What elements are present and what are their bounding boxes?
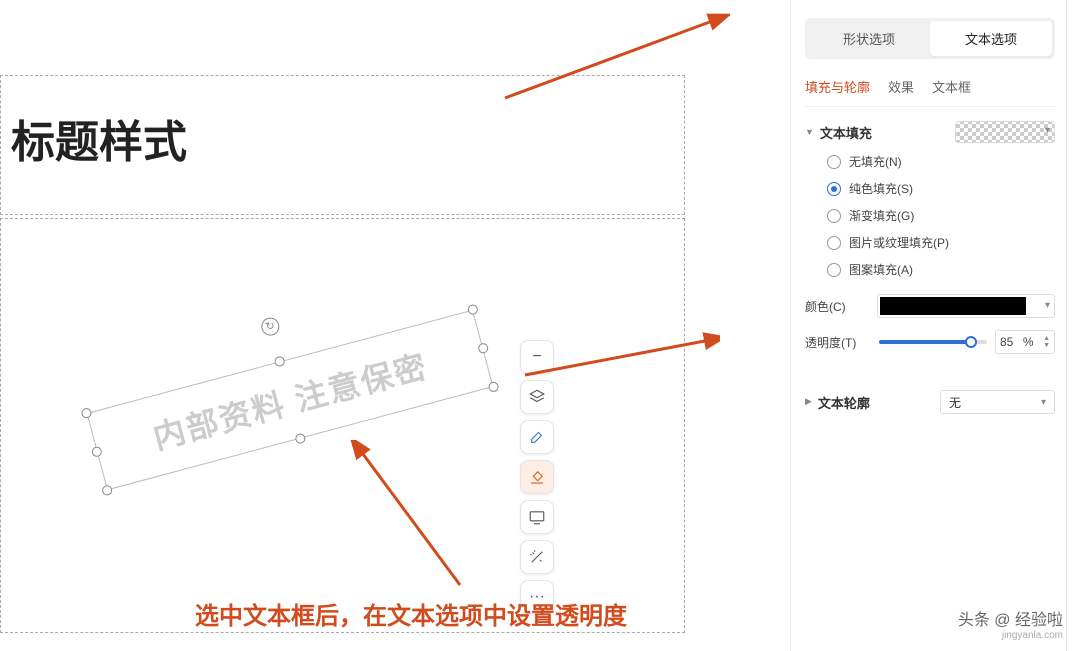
sub-tabs: 填充与轮廓 效果 文本框	[805, 77, 1055, 107]
color-dropdown[interactable]: ▾	[877, 294, 1055, 318]
subtab-textbox[interactable]: 文本框	[932, 77, 971, 96]
radio-icon	[827, 263, 841, 277]
mode-tabs: 形状选项 文本选项	[805, 18, 1055, 59]
panel-edge	[1066, 0, 1067, 651]
opacity-unit: %	[1023, 335, 1034, 349]
attribution-line1: 头条 @ 经验啦	[958, 612, 1063, 629]
color-label: 颜色(C)	[805, 298, 877, 315]
format-panel: 形状选项 文本选项 填充与轮廓 效果 文本框 ▼ 文本填充 ▾ 无填充(N) 纯…	[790, 0, 1073, 651]
triangle-right-icon: ▶	[805, 396, 812, 407]
collapse-button[interactable]: −	[520, 340, 554, 374]
radio-label: 图案填充(A)	[849, 261, 913, 278]
opacity-value: 85	[1000, 335, 1013, 349]
title-placeholder[interactable]: 标题样式	[0, 75, 685, 215]
radio-solid-fill[interactable]: 纯色填充(S)	[827, 180, 1055, 197]
radio-picture-fill[interactable]: 图片或纹理填充(P)	[827, 234, 1055, 251]
screen-button[interactable]	[520, 500, 554, 534]
slider-thumb[interactable]	[965, 336, 977, 348]
slider-fill	[879, 340, 971, 344]
outline-value: 无	[949, 394, 961, 411]
chevron-down-icon: ▾	[1045, 300, 1050, 311]
attribution: 头条 @ 经验啦 jingyanla.com	[958, 606, 1063, 641]
radio-pattern-fill[interactable]: 图案填充(A)	[827, 261, 1055, 278]
chevron-down-icon: ▾	[1045, 125, 1050, 136]
fill-type-radios: 无填充(N) 纯色填充(S) 渐变填充(G) 图片或纹理填充(P) 图案填充(A…	[827, 153, 1055, 278]
opacity-row: 透明度(T) 85 % ▲▼	[805, 330, 1055, 354]
monitor-icon	[528, 508, 546, 526]
triangle-down-icon: ▼	[805, 127, 814, 137]
outline-select[interactable]: 无 ▾	[940, 390, 1055, 414]
section-title: 文本填充	[820, 123, 872, 142]
radio-icon	[827, 155, 841, 169]
slide-canvas[interactable]: 标题样式 ↻ 内部资料 注意保密 − ···	[0, 0, 790, 651]
radio-label: 无填充(N)	[849, 153, 902, 170]
brush-icon	[528, 428, 546, 446]
text-fill-section-header[interactable]: ▼ 文本填充 ▾	[805, 121, 1055, 143]
radio-icon	[827, 209, 841, 223]
radio-label: 图片或纹理填充(P)	[849, 234, 949, 251]
fill-preview-dropdown[interactable]: ▾	[955, 121, 1055, 143]
radio-no-fill[interactable]: 无填充(N)	[827, 153, 1055, 170]
fill-button[interactable]	[520, 460, 554, 494]
color-swatch	[880, 297, 1026, 315]
paint-bucket-icon	[528, 468, 546, 486]
magic-button[interactable]	[520, 540, 554, 574]
layers-icon	[528, 388, 546, 406]
opacity-input[interactable]: 85 % ▲▼	[995, 330, 1055, 354]
radio-gradient-fill[interactable]: 渐变填充(G)	[827, 207, 1055, 224]
radio-label: 纯色填充(S)	[849, 180, 913, 197]
opacity-label: 透明度(T)	[805, 334, 877, 351]
sparkle-icon	[528, 548, 546, 566]
text-outline-section-header[interactable]: ▶ 文本轮廓 无 ▾	[805, 390, 1055, 414]
tab-text-options[interactable]: 文本选项	[930, 21, 1052, 56]
annotation-text: 选中文本框后，在文本选项中设置透明度	[195, 596, 627, 631]
chevron-down-icon: ▾	[1041, 397, 1046, 408]
opacity-slider[interactable]	[879, 340, 987, 344]
minus-icon: −	[532, 348, 541, 366]
layers-button[interactable]	[520, 380, 554, 414]
attribution-line2: jingyanla.com	[958, 630, 1063, 641]
floating-toolbar: − ···	[520, 340, 556, 614]
stepper-icon[interactable]: ▲▼	[1043, 335, 1050, 349]
subtab-fill-outline[interactable]: 填充与轮廓	[805, 77, 870, 96]
title-text: 标题样式	[11, 118, 187, 167]
radio-icon	[827, 182, 841, 196]
subtab-effects[interactable]: 效果	[888, 77, 914, 96]
radio-label: 渐变填充(G)	[849, 207, 914, 224]
brush-button[interactable]	[520, 420, 554, 454]
color-row: 颜色(C) ▾	[805, 294, 1055, 318]
radio-icon	[827, 236, 841, 250]
tab-shape-options[interactable]: 形状选项	[808, 21, 930, 56]
section-title: 文本轮廓	[818, 393, 870, 412]
